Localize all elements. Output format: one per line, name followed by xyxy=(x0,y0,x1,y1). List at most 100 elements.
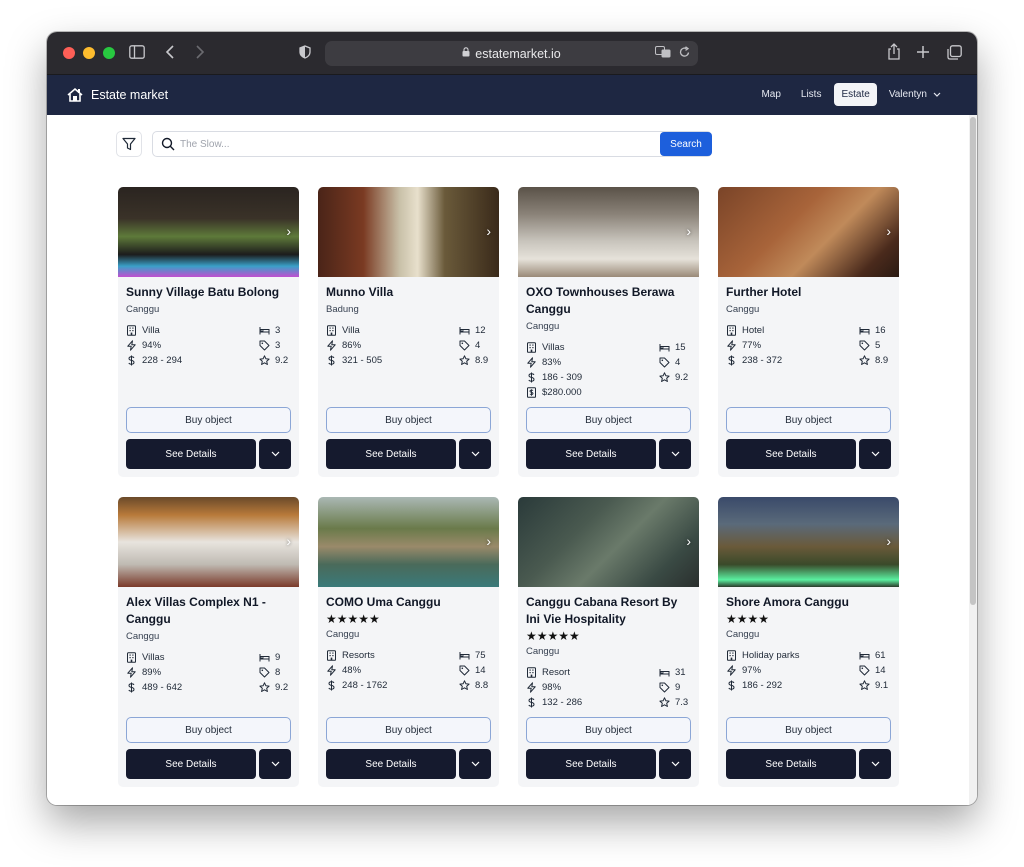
see-details-button[interactable]: See Details xyxy=(726,439,856,469)
next-photo-icon[interactable]: › xyxy=(686,223,691,239)
rooms-count: 61 xyxy=(875,650,886,661)
building-icon xyxy=(327,325,336,336)
next-photo-icon[interactable]: › xyxy=(486,223,491,239)
listing-card[interactable]: › Shore Amora Canggu ★★★★ Canggu Holiday par… xyxy=(718,497,899,787)
listing-card[interactable]: › Alex Villas Complex N1 - Canggu Canggu Vi… xyxy=(118,497,299,787)
listing-title[interactable]: Further Hotel xyxy=(726,284,891,301)
more-options-button[interactable] xyxy=(259,439,291,469)
next-photo-icon[interactable]: › xyxy=(486,533,491,549)
nav-link-lists[interactable]: Lists xyxy=(794,83,829,106)
listing-card[interactable]: › Munno Villa Badung Villa 12 86% 4 321 - 505 8.… xyxy=(318,187,499,477)
buy-object-button[interactable]: Buy object xyxy=(526,407,691,433)
next-photo-icon[interactable]: › xyxy=(286,533,291,549)
listing-photo[interactable]: › xyxy=(118,497,299,587)
dollar-icon xyxy=(128,682,135,693)
privacy-shield-icon[interactable] xyxy=(299,45,311,63)
listing-title[interactable]: Shore Amora Canggu xyxy=(726,594,891,611)
see-details-button[interactable]: See Details xyxy=(526,749,656,779)
more-options-button[interactable] xyxy=(659,439,691,469)
listing-photo[interactable]: › xyxy=(318,187,499,277)
filter-button[interactable] xyxy=(116,131,142,157)
browser-toolbar: estatemarket.io xyxy=(47,32,977,75)
listing-card[interactable]: › Canggu Cabana Resort By Ini Vie Hospita… xyxy=(518,497,699,787)
more-options-button[interactable] xyxy=(859,749,891,779)
listing-photo[interactable]: › xyxy=(318,497,499,587)
window-controls xyxy=(63,47,115,59)
user-menu[interactable]: Valentyn xyxy=(883,83,947,106)
building-icon xyxy=(127,325,136,336)
buy-object-button[interactable]: Buy object xyxy=(726,717,891,743)
more-options-button[interactable] xyxy=(259,749,291,779)
address-bar[interactable]: estatemarket.io xyxy=(325,41,698,66)
review-score: 7.3 xyxy=(675,697,689,708)
close-window-button[interactable] xyxy=(63,47,75,59)
listing-photo[interactable]: › xyxy=(518,187,699,277)
listing-photo[interactable]: › xyxy=(718,187,899,277)
bolt-icon xyxy=(727,665,736,676)
nav-link-estate[interactable]: Estate xyxy=(834,83,877,106)
see-details-button[interactable]: See Details xyxy=(726,749,856,779)
translate-icon[interactable] xyxy=(655,46,671,61)
tab-overview-icon[interactable] xyxy=(947,45,962,64)
see-details-button[interactable]: See Details xyxy=(326,439,456,469)
share-icon[interactable] xyxy=(887,43,901,64)
more-options-button[interactable] xyxy=(459,439,491,469)
next-photo-icon[interactable]: › xyxy=(886,533,891,549)
see-details-button[interactable]: See Details xyxy=(526,439,656,469)
listing-card[interactable]: › OXO Townhouses Berawa Canggu Canggu Villa… xyxy=(518,187,699,477)
bed-icon xyxy=(859,327,870,335)
star-icon xyxy=(459,355,470,365)
listing-title[interactable]: Sunny Village Batu Bolong xyxy=(126,284,291,301)
chevron-down-icon xyxy=(471,451,479,457)
listing-title[interactable]: Munno Villa xyxy=(326,284,491,301)
search-input[interactable] xyxy=(180,138,711,150)
star-icon xyxy=(859,355,870,365)
listing-photo[interactable]: › xyxy=(518,497,699,587)
buy-object-button[interactable]: Buy object xyxy=(126,407,291,433)
next-photo-icon[interactable]: › xyxy=(886,223,891,239)
next-photo-icon[interactable]: › xyxy=(286,223,291,239)
minimize-window-button[interactable] xyxy=(83,47,95,59)
next-photo-icon[interactable]: › xyxy=(686,533,691,549)
price-range: 132 - 286 xyxy=(542,697,583,708)
main-content: Search › Sunny Village Batu Bolong Canggu V… xyxy=(47,115,969,805)
see-details-button[interactable]: See Details xyxy=(326,749,456,779)
more-options-button[interactable] xyxy=(459,749,491,779)
listing-card[interactable]: › Further Hotel Canggu Hotel 16 77% 5 238 - 372… xyxy=(718,187,899,477)
listing-info: Further Hotel Canggu Hotel 16 77% 5 238 - 372 8… xyxy=(718,277,899,368)
listing-stats: Resort 31 98% 9 132 - 286 7.3 xyxy=(526,665,691,710)
listing-title[interactable]: OXO Townhouses Berawa Canggu xyxy=(526,284,691,318)
listing-card[interactable]: › Sunny Village Batu Bolong Canggu Villa 3 94… xyxy=(118,187,299,477)
buy-object-button[interactable]: Buy object xyxy=(726,407,891,433)
address-url: estatemarket.io xyxy=(475,46,561,61)
listing-stats: Villas 9 89% 8 489 - 642 9.2 xyxy=(126,650,291,695)
see-details-button[interactable]: See Details xyxy=(126,749,256,779)
listing-card[interactable]: › COMO Uma Canggu ★★★★★ Canggu Resorts 75 48% 1… xyxy=(318,497,499,787)
new-tab-icon[interactable] xyxy=(916,45,930,63)
reload-icon[interactable] xyxy=(679,46,690,61)
scrollbar-thumb[interactable] xyxy=(970,117,976,605)
nav-links: Map Lists Estate Valentyn xyxy=(754,83,947,106)
forward-icon[interactable] xyxy=(195,45,205,63)
listing-title[interactable]: COMO Uma Canggu xyxy=(326,594,491,611)
sidebar-toggle-icon[interactable] xyxy=(129,45,145,63)
search-button[interactable]: Search xyxy=(660,132,712,156)
listing-title[interactable]: Alex Villas Complex N1 - Canggu xyxy=(126,594,291,628)
zoom-window-button[interactable] xyxy=(103,47,115,59)
nav-link-map[interactable]: Map xyxy=(754,83,787,106)
bolt-icon xyxy=(327,340,336,351)
buy-object-button[interactable]: Buy object xyxy=(326,407,491,433)
page-scrollbar[interactable] xyxy=(969,115,977,805)
brand-logo[interactable]: Estate market xyxy=(67,87,168,103)
more-options-button[interactable] xyxy=(659,749,691,779)
listing-title[interactable]: Canggu Cabana Resort By Ini Vie Hospital… xyxy=(526,594,691,628)
buy-object-button[interactable]: Buy object xyxy=(326,717,491,743)
buy-object-button[interactable]: Buy object xyxy=(126,717,291,743)
more-options-button[interactable] xyxy=(859,439,891,469)
listing-photo[interactable]: › xyxy=(118,187,299,277)
buy-object-button[interactable]: Buy object xyxy=(526,717,691,743)
see-details-button[interactable]: See Details xyxy=(126,439,256,469)
back-icon[interactable] xyxy=(165,45,175,63)
listing-photo[interactable]: › xyxy=(718,497,899,587)
bolt-icon xyxy=(527,357,536,368)
